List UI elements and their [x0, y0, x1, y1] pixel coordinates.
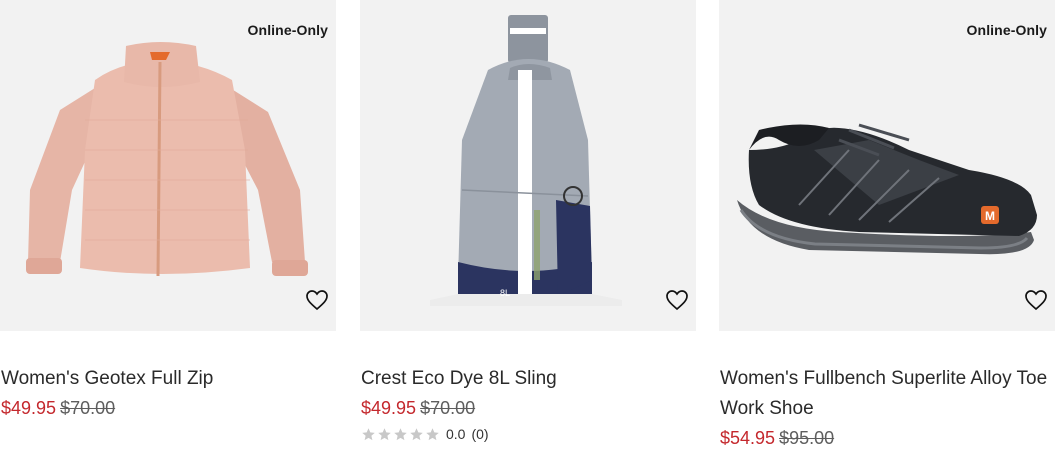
wishlist-button[interactable] [1024, 289, 1048, 311]
rating[interactable]: 0.0 (0) [361, 423, 691, 445]
price-row: $49.95 $70.00 [361, 393, 691, 423]
original-price: $70.00 [60, 398, 116, 418]
rating-stars [361, 427, 440, 442]
product-card: 8L Crest Eco Dye 8L Sling $49.95$70.00 [360, 0, 696, 442]
original-price: $70.00 [420, 398, 476, 418]
heart-outline-icon [306, 290, 328, 311]
product-image-link[interactable]: Online-Only [0, 0, 336, 331]
product-card: Online-Only [719, 0, 1055, 448]
product-card: Online-Only [0, 0, 336, 418]
product-info: Women's Fullbench Superlite Alloy Toe Wo… [720, 364, 1050, 453]
sling-bag-icon: 8L [430, 15, 622, 306]
star-empty-icon [426, 427, 439, 440]
product-grid: Online-Only Women's Geotex Full Zip $49.… [0, 0, 1055, 453]
product-name-link[interactable]: Women's Fullbench Superlite Alloy Toe Wo… [720, 364, 1050, 424]
star-empty-icon [410, 427, 423, 440]
original-price: $95.00 [779, 428, 835, 448]
product-image-link[interactable]: 8L [360, 0, 696, 331]
svg-text:8L: 8L [500, 288, 510, 298]
product-image-link[interactable]: Online-Only [719, 0, 1055, 331]
price-row: $54.95 $95.00 [720, 423, 1050, 453]
sale-price: $49.95 [1, 398, 57, 418]
price-row: $49.95 $70.00 [1, 393, 331, 423]
product-info: Crest Eco Dye 8L Sling $49.95 $70.00 0.0 … [361, 364, 691, 445]
wishlist-button[interactable] [665, 289, 689, 311]
product-info: Women's Geotex Full Zip $49.95 $70.00 [1, 364, 331, 423]
star-empty-icon [362, 427, 375, 440]
svg-text:M: M [985, 209, 995, 223]
rating-count: (0) [471, 426, 489, 442]
product-name-link[interactable]: Women's Geotex Full Zip [1, 364, 331, 394]
heart-outline-icon [666, 290, 688, 311]
rating-value: 0.0 [446, 426, 466, 442]
star-empty-icon [378, 427, 391, 440]
star-empty-icon [394, 427, 407, 440]
sale-price: $49.95 [361, 398, 417, 418]
shoe-icon: M [737, 123, 1037, 255]
sale-price: $54.95 [720, 428, 776, 448]
wishlist-button[interactable] [305, 289, 329, 311]
heart-outline-icon [1025, 290, 1047, 311]
jacket-icon [26, 42, 308, 277]
product-name-link[interactable]: Crest Eco Dye 8L Sling [361, 364, 691, 394]
